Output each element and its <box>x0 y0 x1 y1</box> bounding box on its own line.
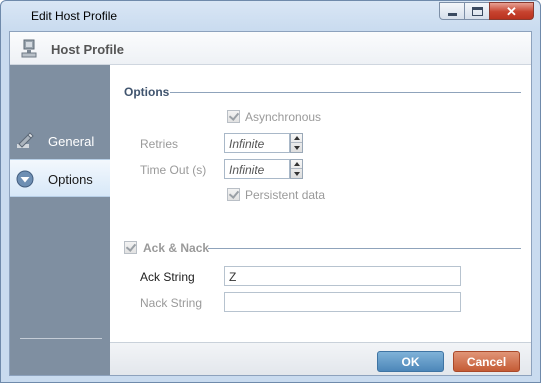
sidebar-divider <box>20 338 102 339</box>
options-panel: Options Asynchronous Retries Infinite Ti… <box>110 65 531 342</box>
maximize-button[interactable] <box>464 2 490 20</box>
profile-header: Host Profile <box>10 32 531 65</box>
timeout-label: Time Out (s) <box>140 163 207 177</box>
nack-string-input[interactable] <box>224 292 461 312</box>
pencil-icon <box>17 132 34 148</box>
window-controls: ✕ <box>439 2 534 20</box>
chevron-down-icon <box>293 171 300 176</box>
sidebar: General Options <box>10 65 110 375</box>
dialog-footer: OK Cancel <box>110 342 531 375</box>
sidebar-item-options[interactable]: Options <box>10 159 110 197</box>
timeout-input[interactable]: Infinite <box>224 159 290 179</box>
chevron-up-icon <box>293 136 300 140</box>
sidebar-item-label: General <box>48 134 95 149</box>
ack-nack-group-divider <box>208 248 521 249</box>
sidebar-item-general[interactable]: General <box>10 122 110 160</box>
persistent-data-label: Persistent data <box>245 188 326 202</box>
retries-label: Retries <box>140 137 179 151</box>
close-icon: ✕ <box>506 3 517 19</box>
sidebar-item-label: Options <box>48 172 93 187</box>
close-button[interactable]: ✕ <box>489 2 534 20</box>
asynchronous-label: Asynchronous <box>245 110 322 124</box>
minimize-button[interactable] <box>439 2 465 20</box>
chevron-down-icon <box>293 145 300 150</box>
dialog-client-area: Host Profile General Options Options Asy… <box>9 31 532 376</box>
maximize-icon <box>471 6 483 16</box>
options-group-divider <box>170 92 521 93</box>
retries-stepper[interactable] <box>290 133 303 153</box>
ack-string-input[interactable]: Z <box>224 266 461 286</box>
retries-input[interactable]: Infinite <box>224 133 290 153</box>
profile-header-title: Host Profile <box>51 42 124 57</box>
ack-nack-group-title: Ack & Nack <box>143 241 210 255</box>
timeout-increment[interactable] <box>291 160 302 169</box>
minimize-icon <box>447 12 457 16</box>
title-bar[interactable]: Edit Host Profile ✕ <box>1 1 540 31</box>
timeout-stepper[interactable] <box>290 159 303 179</box>
ack-string-label: Ack String <box>140 270 195 284</box>
options-group-title: Options <box>124 85 170 99</box>
timeout-decrement[interactable] <box>291 169 302 178</box>
chevron-down-circle-icon <box>16 170 34 188</box>
ok-button[interactable]: OK <box>377 351 444 372</box>
chevron-up-icon <box>293 162 300 166</box>
asynchronous-checkbox[interactable] <box>227 110 240 123</box>
persistent-data-checkbox[interactable] <box>227 188 240 201</box>
retries-increment[interactable] <box>291 134 302 143</box>
cancel-button[interactable]: Cancel <box>453 351 520 372</box>
host-computer-icon <box>21 39 37 58</box>
window-title: Edit Host Profile <box>31 9 118 23</box>
nack-string-label: Nack String <box>140 296 203 310</box>
edit-host-profile-window: Edit Host Profile ✕ Host Profile General… <box>0 0 541 383</box>
ack-nack-checkbox[interactable] <box>124 241 137 254</box>
retries-decrement[interactable] <box>291 143 302 152</box>
